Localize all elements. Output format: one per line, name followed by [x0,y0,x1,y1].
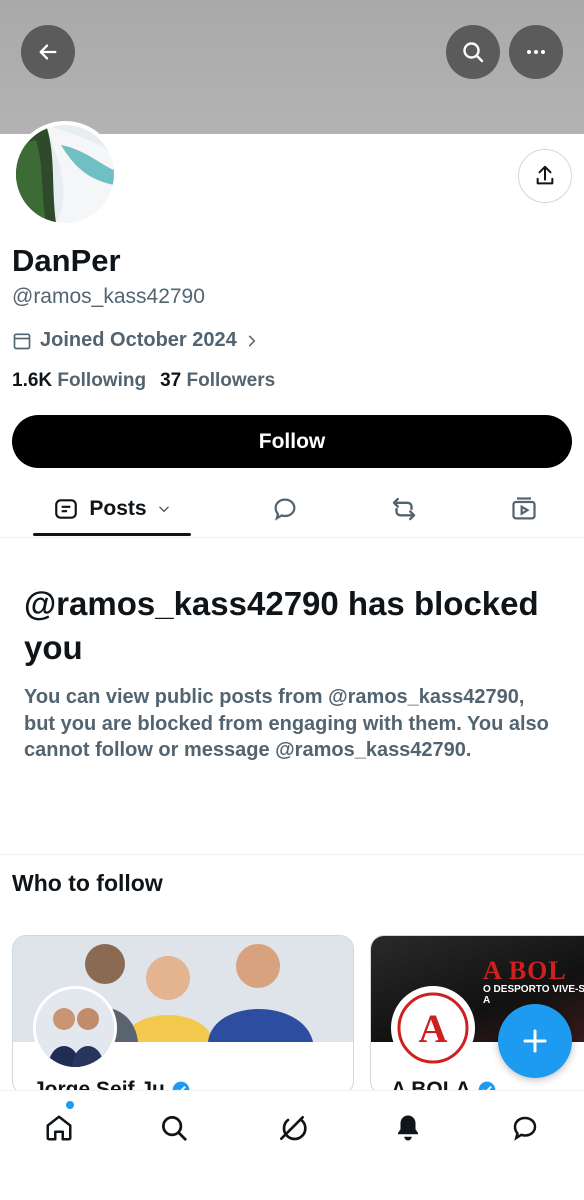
abola-logo-icon: A [397,992,469,1064]
profile-tabs: Posts [0,480,584,538]
card-avatar: A [391,986,475,1070]
plus-icon [523,1029,547,1053]
who-to-follow-title: Who to follow [12,870,163,896]
search-icon [162,1116,187,1141]
share-button[interactable] [518,149,572,203]
chevron-right-icon [248,335,256,346]
more-button[interactable] [509,25,563,79]
profile-avatar[interactable] [12,121,118,227]
chevron-down-icon [158,506,169,513]
nav-search[interactable] [150,1104,198,1152]
nav-notifications[interactable] [384,1104,432,1152]
nav-home[interactable] [35,1104,83,1152]
tab-posts[interactable]: Posts [33,480,191,538]
search-icon [463,42,484,63]
followers-count: 37 [160,370,182,391]
compose-button[interactable] [498,1004,572,1078]
reply-icon [274,498,296,521]
joined-date[interactable]: Joined October 2024 [12,329,259,352]
blocked-message: You can view public posts from @ramos_ka… [24,686,549,761]
joined-label: Joined October 2024 [40,329,237,351]
home-icon [46,1115,72,1141]
nav-messages[interactable] [501,1104,549,1152]
bell-icon [398,1115,418,1141]
share-icon [536,165,554,185]
calendar-icon [13,333,31,349]
repost-icon [392,497,416,521]
arrow-left-icon [39,44,57,60]
media-icon [512,497,536,520]
more-icon [527,50,545,54]
following-count: 1.6K [12,370,53,391]
blocked-title: @ramos_kass42790 has blocked you [24,585,539,666]
profile-name: DanPer [12,243,121,278]
follow-button[interactable]: Follow [12,415,572,468]
search-button[interactable] [446,25,500,79]
tab-reposts[interactable] [375,480,433,538]
suggestion-card[interactable]: Jorge Seif Ju [12,935,354,1095]
tab-media[interactable] [495,480,553,538]
tab-replies[interactable] [256,480,314,538]
active-tab-indicator [33,533,191,536]
profile-banner [0,0,584,134]
card-banner-tagline: O DESPORTO VIVE-SE A [483,984,584,1006]
grok-icon [280,1116,307,1141]
profile-handle: @ramos_kass42790 [12,285,205,308]
section-divider [0,854,584,855]
back-button[interactable] [21,25,75,79]
followers-label: Followers [186,370,276,391]
message-icon [513,1116,537,1141]
following-label: Following [57,370,147,391]
posts-icon [55,499,78,519]
notification-dot [66,1101,74,1109]
following-link[interactable]: 1.6K Following [12,370,146,392]
svg-text:A: A [419,1006,448,1051]
avatar-image [16,125,114,223]
card-banner-title: A BOL [483,956,567,985]
nav-grok[interactable] [268,1104,316,1152]
followers-link[interactable]: 37 Followers [160,370,275,392]
bottom-navigation [0,1090,584,1200]
card-avatar [33,986,117,1070]
profile-stats: 1.6K Following 37 Followers [12,370,275,392]
tab-posts-label: Posts [89,497,147,520]
